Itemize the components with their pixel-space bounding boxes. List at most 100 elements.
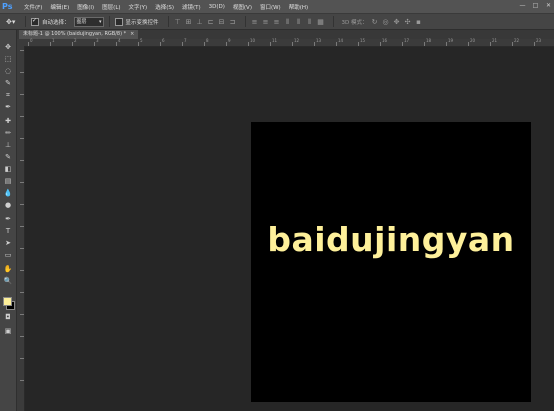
menu-3d[interactable]: 3D(D)	[205, 4, 229, 10]
align-top-icon[interactable]: ⊤	[174, 18, 182, 26]
distribute-hcenter-icon[interactable]: ⦀	[295, 18, 303, 26]
zoom-tool-icon[interactable]: 🔍	[2, 276, 14, 286]
3d-scale-icon[interactable]: ▪	[415, 18, 423, 26]
menu-edit[interactable]: 编辑(E)	[46, 3, 73, 11]
ruler-tick: 19	[446, 38, 453, 46]
history-brush-tool-icon[interactable]: ✎	[2, 152, 14, 162]
quick-select-tool-icon[interactable]: ✎	[2, 78, 14, 88]
pen-tool-icon[interactable]: ✒	[2, 214, 14, 224]
ruler-tick: 2	[72, 38, 77, 46]
shape-tool-icon[interactable]: ▭	[2, 250, 14, 260]
eraser-tool-icon[interactable]: ◧	[2, 164, 14, 174]
menu-select[interactable]: 选择(S)	[151, 3, 178, 11]
divider	[25, 16, 26, 27]
ruler-tick-label: 16	[382, 38, 388, 43]
close-tab-icon[interactable]: ×	[130, 31, 134, 37]
ruler-tick: 3	[94, 38, 99, 46]
eyedropper-tool-icon[interactable]: ✒	[2, 102, 14, 112]
3d-pan-icon[interactable]: ✥	[393, 18, 401, 26]
horizontal-ruler[interactable]: 0 1 2 3 4 5 6 7 8 9 10 11 12 13 14 15 16 17 18 19 20 21 22 23	[24, 38, 554, 47]
distribute-right-icon[interactable]: ⦀	[306, 18, 314, 26]
align-vcenter-icon[interactable]: ⊞	[185, 18, 193, 26]
dodge-tool-icon[interactable]: ●	[2, 200, 14, 210]
ruler-tick	[20, 116, 24, 117]
ruler-tick	[20, 160, 24, 161]
ruler-tick-label: 23	[536, 38, 542, 43]
distribute-vcenter-icon[interactable]: ≡	[262, 18, 270, 26]
move-tool-icon[interactable]: ✥	[2, 42, 14, 52]
ruler-tick: 9	[226, 38, 231, 46]
crop-tool-icon[interactable]: ⌗	[2, 90, 14, 100]
ruler-tick-label: 4	[118, 38, 121, 43]
menu-window[interactable]: 窗口(W)	[256, 3, 285, 11]
ruler-tick	[20, 292, 24, 293]
screen-mode-icon[interactable]: ▣	[2, 326, 14, 336]
ruler-tick: 15	[358, 38, 365, 46]
distribute-top-icon[interactable]: ≡	[251, 18, 259, 26]
align-left-icon[interactable]: ⊏	[207, 18, 215, 26]
auto-select-checkbox[interactable]	[31, 17, 39, 26]
ruler-tick	[20, 50, 24, 51]
ruler-tick-label: 19	[448, 38, 454, 43]
menu-filter[interactable]: 滤镜(T)	[178, 3, 205, 11]
auto-select-dropdown[interactable]: 图层	[73, 16, 104, 27]
align-right-icon[interactable]: ⊐	[229, 18, 237, 26]
ruler-tick	[20, 336, 24, 337]
foreground-color-swatch[interactable]	[3, 297, 12, 306]
ruler-tick: 7	[182, 38, 187, 46]
ruler-tick-label: 17	[404, 38, 410, 43]
menu-type[interactable]: 文字(Y)	[125, 3, 152, 11]
type-tool-icon[interactable]: T	[2, 226, 14, 236]
hand-tool-icon[interactable]: ✋	[2, 264, 14, 274]
gradient-tool-icon[interactable]: ▤	[2, 176, 14, 186]
ruler-tick	[20, 226, 24, 227]
minimize-button[interactable]: —	[519, 2, 526, 9]
blur-tool-icon[interactable]: 💧	[2, 188, 14, 198]
menu-bar: Ps 文件(F) 编辑(E) 图像(I) 图层(L) 文字(Y) 选择(S) 滤…	[0, 0, 554, 14]
menu-view[interactable]: 视图(V)	[229, 3, 256, 11]
ruler-tick-label: 7	[184, 38, 187, 43]
ruler-tick	[20, 182, 24, 183]
maximize-button[interactable]: □	[532, 2, 539, 9]
ruler-tick: 12	[292, 38, 299, 46]
document-canvas[interactable]: baidujingyan	[251, 122, 531, 402]
distribute-left-icon[interactable]: ⦀	[284, 18, 292, 26]
document-tab-title: 未标题-1 @ 100% (baidujingyan, RGB/8) *	[23, 31, 127, 37]
ruler-tick: 8	[204, 38, 209, 46]
ruler-tick-label: 14	[338, 38, 344, 43]
3d-slide-icon[interactable]: ✣	[404, 18, 412, 26]
align-hcenter-icon[interactable]: ⊟	[218, 18, 226, 26]
move-tool-preset-icon[interactable]: ✥▾	[6, 17, 20, 27]
healing-brush-tool-icon[interactable]: ✚	[2, 116, 14, 126]
3d-rotate-icon[interactable]: ↻	[371, 18, 379, 26]
quick-mask-icon[interactable]: ◘	[2, 312, 14, 322]
auto-align-icon[interactable]: ▦	[317, 18, 325, 26]
brush-tool-icon[interactable]: ✏	[2, 128, 14, 138]
ruler-tick-label: 11	[272, 38, 278, 43]
menu-file[interactable]: 文件(F)	[20, 3, 46, 11]
show-transform-checkbox[interactable]	[114, 17, 123, 26]
ruler-tick	[20, 358, 24, 359]
lasso-tool-icon[interactable]: ◌	[2, 66, 14, 76]
menu-image[interactable]: 图像(I)	[73, 3, 98, 11]
marquee-tool-icon[interactable]: ⬚	[2, 54, 14, 64]
ruler-tick-label: 12	[294, 38, 300, 43]
clone-stamp-tool-icon[interactable]: ⊥	[2, 140, 14, 150]
ruler-tick-label: 10	[250, 38, 256, 43]
window-controls: — □ ✕	[519, 2, 552, 9]
close-button[interactable]: ✕	[545, 2, 552, 9]
ruler-corner[interactable]	[17, 39, 24, 46]
3d-roll-icon[interactable]: ◎	[382, 18, 390, 26]
text-layer[interactable]: baidujingyan	[251, 220, 531, 259]
ruler-tick	[20, 94, 24, 95]
divider	[108, 16, 110, 27]
vertical-ruler[interactable]	[17, 46, 25, 411]
distribute-bottom-icon[interactable]: ≡	[273, 18, 281, 26]
ruler-tick	[20, 138, 24, 139]
menu-layer[interactable]: 图层(L)	[98, 3, 124, 11]
ruler-tick: 6	[160, 38, 165, 46]
path-select-tool-icon[interactable]: ➤	[2, 238, 14, 248]
divider	[167, 16, 169, 27]
align-bottom-icon[interactable]: ⊥	[196, 18, 204, 26]
menu-help[interactable]: 帮助(H)	[285, 3, 312, 11]
